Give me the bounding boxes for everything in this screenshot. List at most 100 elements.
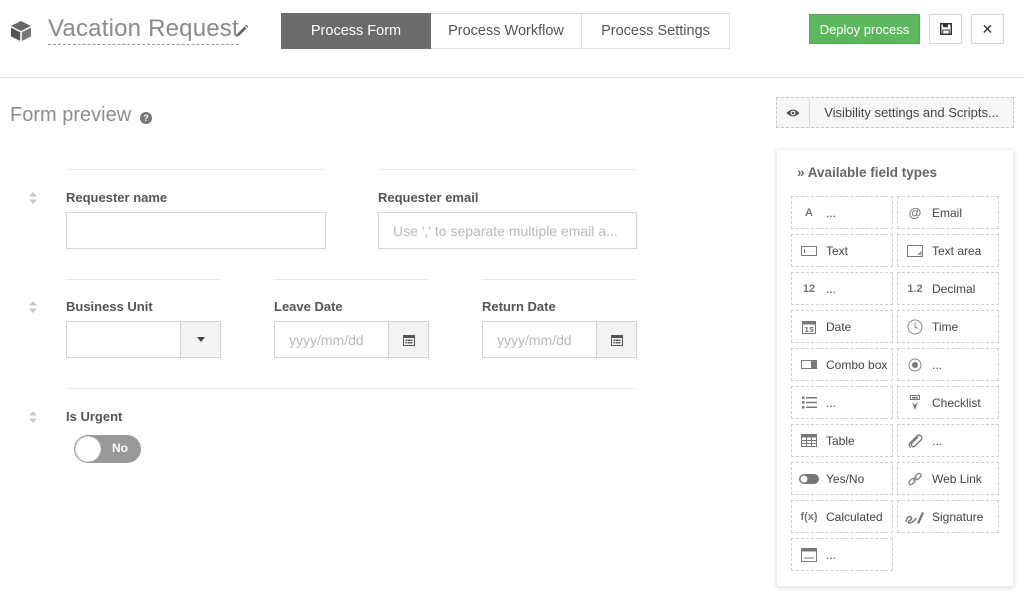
field-type-item[interactable]: Time	[897, 310, 999, 343]
drag-handle-icon[interactable]	[28, 191, 38, 205]
field-types-title: » Available field types	[797, 165, 938, 180]
field-type-item[interactable]: Checklist	[897, 386, 999, 419]
field-type-label: Text area	[932, 243, 982, 258]
calendar-icon	[610, 334, 623, 346]
form-preview-title: Form preview	[10, 104, 132, 126]
leave-date-picker-button[interactable]	[388, 321, 429, 358]
is-urgent-label: Is Urgent	[66, 409, 123, 424]
field-type-item[interactable]: Web Link	[897, 462, 999, 495]
leave-date-input[interactable]: yyyy/mm/dd	[274, 321, 389, 358]
textbox-icon	[792, 245, 826, 256]
text-a-icon: A	[805, 206, 813, 219]
clock-icon	[898, 319, 932, 335]
list-icon	[792, 396, 826, 409]
combo-box-icon	[792, 360, 826, 369]
field-type-label: Checklist	[932, 395, 981, 410]
field-type-label: Date	[826, 319, 852, 334]
return-date-label: Return Date	[482, 299, 556, 314]
row-divider	[482, 279, 637, 280]
field-type-item[interactable]: 15 Date	[791, 310, 893, 343]
field-type-item[interactable]: ...	[791, 386, 893, 419]
save-button[interactable]	[929, 14, 962, 44]
requester-name-input[interactable]	[66, 212, 326, 249]
function-icon: f(x)	[800, 510, 818, 523]
drag-handle-icon[interactable]	[28, 300, 38, 314]
toggle-icon	[792, 473, 826, 484]
radio-icon	[898, 358, 932, 372]
close-button[interactable]: ✕	[971, 14, 1004, 44]
pencil-icon[interactable]	[235, 24, 249, 38]
field-type-item[interactable]: Text	[791, 234, 893, 267]
integer-icon: 12	[802, 282, 816, 295]
deploy-process-button[interactable]: Deploy process	[809, 14, 920, 44]
field-type-label: Text	[826, 243, 849, 258]
row-divider	[274, 279, 429, 280]
field-type-label: ...	[932, 357, 943, 372]
caret-down-icon	[196, 337, 205, 342]
field-type-label: ...	[826, 395, 837, 410]
help-icon[interactable]: ?	[140, 112, 152, 124]
cube-icon	[11, 21, 31, 41]
table-icon	[792, 434, 826, 447]
field-types-panel: » Available field types A... @ Email Text Te…	[776, 149, 1014, 587]
return-date-input[interactable]: yyyy/mm/dd	[482, 321, 597, 358]
visibility-settings-label: Visibility settings and Scripts...	[824, 105, 999, 120]
html-window-icon	[792, 547, 826, 562]
requester-email-label: Requester email	[378, 190, 479, 205]
drag-handle-icon[interactable]	[28, 410, 38, 424]
business-unit-select[interactable]	[66, 321, 181, 358]
field-type-item[interactable]: Table	[791, 424, 893, 457]
row-divider	[66, 169, 326, 170]
field-type-item[interactable]: 12...	[791, 272, 893, 305]
requester-email-input[interactable]: Use ',' to separate multiple email a...	[378, 212, 637, 249]
at-icon: @	[908, 205, 922, 220]
field-type-item[interactable]: f(x) Calculated	[791, 500, 893, 533]
field-type-label: Email	[932, 205, 963, 220]
leave-date-label: Leave Date	[274, 299, 343, 314]
field-type-item[interactable]: Text area	[897, 234, 999, 267]
field-type-item[interactable]: Signature	[897, 500, 999, 533]
row-divider	[66, 388, 637, 389]
link-icon	[898, 471, 932, 487]
close-icon: ✕	[981, 20, 994, 37]
decimal-icon: 1.2	[907, 282, 923, 295]
process-title[interactable]: Vacation Request	[48, 15, 239, 45]
field-type-label: ...	[826, 205, 837, 220]
tab-process-settings[interactable]: Process Settings	[582, 13, 730, 49]
tab-process-workflow[interactable]: Process Workflow	[431, 13, 582, 49]
floppy-disk-icon	[939, 23, 952, 35]
field-type-label: Table	[826, 433, 855, 448]
field-type-label: Time	[932, 319, 959, 334]
toggle-knob	[75, 436, 101, 462]
business-unit-label: Business Unit	[66, 299, 153, 314]
field-type-item[interactable]: Combo box	[791, 348, 893, 381]
visibility-settings-button[interactable]: Visibility settings and Scripts...	[776, 97, 1014, 128]
field-type-item[interactable]: ...	[897, 348, 999, 381]
field-type-item[interactable]: 1.2 Decimal	[897, 272, 999, 305]
field-type-item[interactable]: Yes/No	[791, 462, 893, 495]
field-types-grid: A... @ Email Text Text area 12... 1.2 Decimal 15…	[791, 196, 999, 571]
is-urgent-toggle[interactable]: No	[74, 435, 141, 463]
toggle-state-text: No	[112, 441, 128, 455]
checklist-icon	[898, 394, 932, 411]
field-type-label: ...	[826, 547, 837, 562]
svg-text:15: 15	[804, 326, 814, 334]
eye-icon	[777, 98, 810, 127]
dropdown-toggle-button[interactable]	[180, 321, 221, 358]
field-type-label: Yes/No	[826, 471, 865, 486]
field-type-item[interactable]: ...	[791, 538, 893, 571]
textarea-icon	[898, 244, 932, 257]
field-type-item[interactable]: @ Email	[897, 196, 999, 229]
field-type-label: ...	[826, 281, 837, 296]
field-type-item[interactable]: ...	[897, 424, 999, 457]
field-type-label: Calculated	[826, 509, 883, 524]
return-date-picker-button[interactable]	[596, 321, 637, 358]
field-type-label: Signature	[932, 509, 984, 524]
field-type-label: ...	[932, 433, 943, 448]
row-divider	[378, 169, 637, 170]
row-divider	[66, 279, 221, 280]
calendar-icon	[402, 334, 415, 346]
paperclip-icon	[898, 433, 932, 449]
tab-process-form[interactable]: Process Form	[281, 13, 431, 49]
field-type-item[interactable]: A...	[791, 196, 893, 229]
